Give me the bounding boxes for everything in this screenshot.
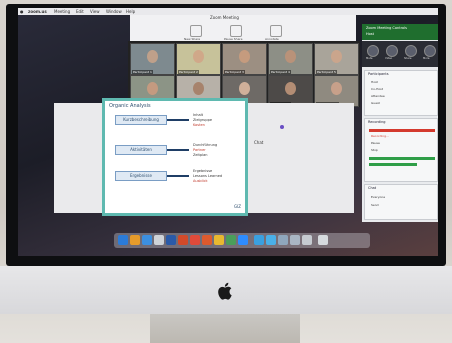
- send-button[interactable]: Send: [371, 203, 379, 207]
- panel-header-title: Zoom Meeting Controls: [366, 26, 407, 30]
- app-icon[interactable]: [190, 235, 200, 245]
- zoom-icon[interactable]: [238, 235, 248, 245]
- slide-row-text: Inhalt Zielgruppe Kosten: [193, 113, 212, 127]
- app-icon[interactable]: [202, 235, 212, 245]
- chat-section: Chat Everyone Send: [364, 184, 438, 220]
- menu-item-edit[interactable]: Edit: [76, 8, 84, 15]
- pencil-icon[interactable]: [270, 25, 282, 37]
- recording-section: Recording Recording... Pause Stop: [364, 118, 438, 182]
- pause-icon[interactable]: [230, 25, 242, 37]
- panel-header-sub: Host: [366, 32, 374, 36]
- video-tile[interactable]: Participant 4: [268, 43, 313, 75]
- video-tile[interactable]: Participant 3: [222, 43, 267, 75]
- menu-item-view[interactable]: View: [90, 8, 100, 15]
- menu-item-window[interactable]: Window: [106, 8, 122, 15]
- progress-bar: [369, 163, 417, 166]
- control-label: More: [423, 57, 430, 60]
- participant-name: Participant 5: [316, 70, 337, 74]
- chrome-icon[interactable]: [214, 235, 224, 245]
- participant-name: Participant 2: [178, 70, 199, 74]
- zoom-window-title: Zoom Meeting: [210, 15, 239, 20]
- slide-row-text: Durchführung Partner Zeitplan: [193, 143, 218, 157]
- list-item[interactable]: Stop: [371, 148, 378, 152]
- participant-name: Participant 4: [270, 70, 291, 74]
- menu-app-name[interactable]: zoom.us: [28, 8, 47, 15]
- video-tile[interactable]: Participant 2: [176, 43, 221, 75]
- apple-logo-icon: [218, 282, 232, 300]
- control-label: Mute: [366, 57, 373, 60]
- list-item[interactable]: Attendee: [371, 94, 385, 98]
- participants-section: Participants Host Co-Host Attendee Guest: [364, 70, 438, 116]
- camera-icon[interactable]: [386, 45, 398, 57]
- trash-icon[interactable]: [318, 235, 328, 245]
- status-dot: [280, 125, 284, 129]
- app-icon[interactable]: [290, 235, 300, 245]
- mac-dock: [114, 233, 370, 248]
- participant-name: Participant 3: [224, 70, 245, 74]
- app-icon[interactable]: [154, 235, 164, 245]
- list-item[interactable]: Pause: [371, 141, 380, 145]
- list-item[interactable]: Everyone: [371, 195, 385, 199]
- chat-label: Chat: [254, 140, 264, 145]
- folder-icon[interactable]: [266, 235, 276, 245]
- list-item[interactable]: Host: [371, 80, 378, 84]
- share-screen-icon[interactable]: [405, 45, 417, 57]
- shared-slide: Organic Analysis Kurzbeschreibung Inhalt…: [102, 98, 248, 216]
- arrow-icon: [167, 175, 189, 177]
- app-icon[interactable]: [302, 235, 312, 245]
- app-icon[interactable]: [278, 235, 288, 245]
- arrow-icon: [167, 149, 189, 151]
- slide-row-label: Aktivitäten: [115, 145, 167, 155]
- app-icon[interactable]: [226, 235, 236, 245]
- more-icon[interactable]: [424, 45, 436, 57]
- finder-icon[interactable]: [118, 235, 128, 245]
- section-title: Recording: [368, 120, 386, 124]
- control-label: Share: [404, 57, 412, 60]
- monitor-screen: ● zoom.us Meeting Edit View Window Help …: [18, 8, 438, 256]
- participant-name: Participant 1: [132, 70, 153, 74]
- list-item[interactable]: Co-Host: [371, 87, 383, 91]
- slide-row-label: Ergebnisse: [115, 171, 167, 181]
- arrow-icon: [167, 119, 189, 121]
- slide-footer-logo: GIZ: [233, 204, 241, 209]
- control-label: Video: [385, 57, 393, 60]
- video-tile[interactable]: Participant 5: [314, 43, 359, 75]
- share-icon[interactable]: [190, 25, 202, 37]
- zoom-control-panel: Zoom Meeting Controls Host Mute Video Sh…: [362, 24, 438, 222]
- menu-item-meeting[interactable]: Meeting: [54, 8, 70, 15]
- apple-menu-icon[interactable]: ●: [20, 8, 24, 15]
- menu-item-help[interactable]: Help: [126, 8, 135, 15]
- list-item: Recording...: [371, 134, 389, 138]
- progress-bar: [369, 157, 435, 160]
- microphone-icon[interactable]: [367, 45, 379, 57]
- section-title: Participants: [368, 72, 389, 76]
- powerpoint-icon[interactable]: [178, 235, 188, 245]
- folder-icon[interactable]: [254, 235, 264, 245]
- list-item[interactable]: Guest: [371, 101, 380, 105]
- video-tile[interactable]: Participant 1: [130, 43, 175, 75]
- slide-row-label: Kurzbeschreibung: [115, 115, 167, 125]
- panel-header: Zoom Meeting Controls Host: [362, 24, 438, 40]
- slide-row-text: Ergebnisse Lessons Learned Ausblick: [193, 169, 223, 183]
- word-icon[interactable]: [166, 235, 176, 245]
- safari-icon[interactable]: [142, 235, 152, 245]
- meeting-controls: Mute Video Share More: [362, 41, 438, 67]
- mac-menubar: ● zoom.us Meeting Edit View Window Help: [18, 8, 438, 15]
- monitor-stand: [150, 314, 300, 343]
- record-indicator-bar: [369, 129, 435, 132]
- slide-title: Organic Analysis: [109, 103, 151, 109]
- section-title: Chat: [368, 186, 377, 190]
- app-icon[interactable]: [130, 235, 140, 245]
